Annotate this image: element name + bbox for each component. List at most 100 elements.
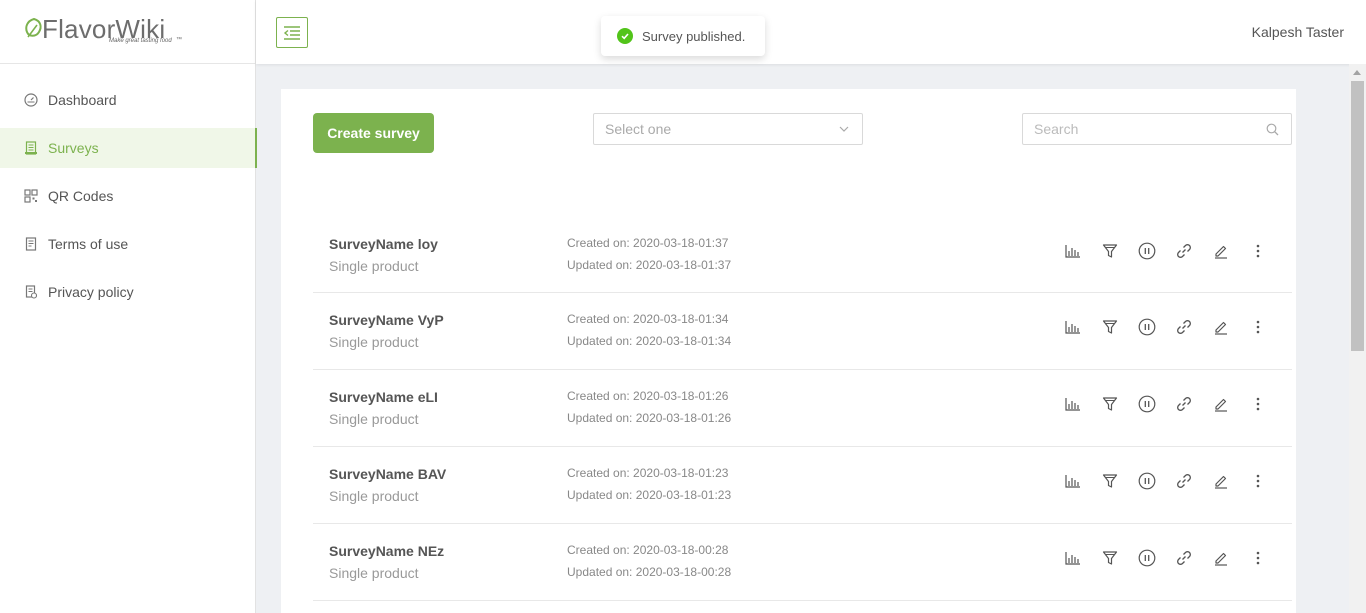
collapse-menu-icon xyxy=(283,25,300,40)
page-scrollbar[interactable] xyxy=(1349,64,1366,613)
create-survey-button[interactable]: Create survey xyxy=(313,113,434,153)
sidebar-item-qr-codes[interactable]: QR Codes xyxy=(0,176,256,216)
brand-trademark: ™ xyxy=(176,37,182,43)
pause-circle-icon[interactable] xyxy=(1137,317,1157,337)
sidebar-item-privacy[interactable]: Privacy policy xyxy=(0,272,256,312)
survey-type: Single product xyxy=(329,488,419,504)
collapse-menu-button[interactable] xyxy=(276,17,308,48)
funnel-filter-icon[interactable] xyxy=(1100,241,1120,261)
funnel-filter-icon[interactable] xyxy=(1100,548,1120,568)
row-actions xyxy=(1063,548,1285,568)
sidebar-item-dashboard[interactable]: Dashboard xyxy=(0,80,256,120)
more-vertical-icon[interactable] xyxy=(1248,241,1268,261)
survey-name[interactable]: SurveyName BAV xyxy=(329,466,446,482)
survey-type: Single product xyxy=(329,411,419,427)
search-box[interactable] xyxy=(1022,113,1292,145)
list-item[interactable]: SurveyName BAV Single product Created on… xyxy=(313,447,1292,524)
survey-updated-date: Updated on: 2020-03-18-01:26 xyxy=(567,411,732,425)
funnel-filter-icon[interactable] xyxy=(1100,471,1120,491)
chevron-down-icon xyxy=(839,126,849,132)
terms-document-icon xyxy=(24,237,38,251)
survey-name[interactable]: SurveyName loy xyxy=(329,236,438,252)
link-icon[interactable] xyxy=(1174,548,1194,568)
row-actions xyxy=(1063,317,1285,337)
survey-type: Single product xyxy=(329,258,419,274)
survey-created-date: Created on: 2020-03-18-01:23 xyxy=(567,466,729,480)
sidebar-item-label: QR Codes xyxy=(48,188,114,204)
edit-pencil-icon[interactable] xyxy=(1211,394,1231,414)
funnel-filter-icon[interactable] xyxy=(1100,317,1120,337)
survey-name[interactable]: SurveyName NEz xyxy=(329,543,444,559)
survey-name[interactable]: SurveyName VyP xyxy=(329,312,444,328)
surveys-panel: Create survey Select one SurveyName loy … xyxy=(281,89,1296,613)
list-item[interactable]: SurveyName VyP Single product Created on… xyxy=(313,293,1292,370)
filter-select[interactable]: Select one xyxy=(593,113,863,145)
leaf-logo-icon xyxy=(25,17,42,38)
user-name[interactable]: Kalpesh Taster xyxy=(1252,24,1344,40)
more-vertical-icon[interactable] xyxy=(1248,394,1268,414)
search-input[interactable] xyxy=(1023,114,1291,144)
stats-chart-icon[interactable] xyxy=(1063,317,1083,337)
sidebar-item-label: Privacy policy xyxy=(48,284,134,300)
edit-pencil-icon[interactable] xyxy=(1211,548,1231,568)
survey-name[interactable]: SurveyName eLI xyxy=(329,389,438,405)
survey-created-date: Created on: 2020-03-18-01:26 xyxy=(567,389,729,403)
link-icon[interactable] xyxy=(1174,471,1194,491)
brand-logo[interactable]: FlavorWiki Make great tasting food ™ xyxy=(0,0,255,64)
survey-updated-date: Updated on: 2020-03-18-01:23 xyxy=(567,488,732,502)
pause-circle-icon[interactable] xyxy=(1137,241,1157,261)
link-icon[interactable] xyxy=(1174,394,1194,414)
list-item[interactable]: SurveyName loy Single product Created on… xyxy=(313,217,1292,293)
success-toast: Survey published. xyxy=(601,16,765,56)
privacy-document-icon xyxy=(24,285,38,299)
sidebar-item-terms[interactable]: Terms of use xyxy=(0,224,256,264)
survey-created-date: Created on: 2020-03-18-00:28 xyxy=(567,543,729,557)
top-bar: Kalpesh Taster xyxy=(256,0,1366,64)
stats-chart-icon[interactable] xyxy=(1063,548,1083,568)
row-actions xyxy=(1063,394,1285,414)
survey-updated-date: Updated on: 2020-03-18-01:34 xyxy=(567,334,732,348)
pause-circle-icon[interactable] xyxy=(1137,471,1157,491)
brand-tagline: Make great tasting food xyxy=(109,38,172,44)
list-item[interactable]: SurveyName eLI Single product Created on… xyxy=(313,370,1292,447)
sidebar-item-surveys[interactable]: Surveys xyxy=(0,128,257,168)
survey-document-icon xyxy=(24,141,38,155)
scroll-thumb[interactable] xyxy=(1351,81,1364,351)
select-placeholder: Select one xyxy=(605,121,672,137)
survey-updated-date: Updated on: 2020-03-18-00:28 xyxy=(567,565,732,579)
edit-pencil-icon[interactable] xyxy=(1211,317,1231,337)
survey-updated-date: Updated on: 2020-03-18-01:37 xyxy=(567,258,732,272)
pause-circle-icon[interactable] xyxy=(1137,394,1157,414)
qr-code-icon xyxy=(24,189,38,203)
row-actions xyxy=(1063,241,1285,261)
survey-list: SurveyName loy Single product Created on… xyxy=(313,217,1292,601)
link-icon[interactable] xyxy=(1174,317,1194,337)
pause-circle-icon[interactable] xyxy=(1137,548,1157,568)
row-actions xyxy=(1063,471,1285,491)
check-circle-icon xyxy=(617,28,633,44)
stats-chart-icon[interactable] xyxy=(1063,471,1083,491)
more-vertical-icon[interactable] xyxy=(1248,471,1268,491)
stats-chart-icon[interactable] xyxy=(1063,394,1083,414)
edit-pencil-icon[interactable] xyxy=(1211,471,1231,491)
edit-pencil-icon[interactable] xyxy=(1211,241,1231,261)
sidebar-item-label: Terms of use xyxy=(48,236,129,252)
search-icon xyxy=(1266,123,1279,136)
dashboard-gauge-icon xyxy=(24,93,38,107)
sidebar-item-label: Surveys xyxy=(48,140,99,156)
stats-chart-icon[interactable] xyxy=(1063,241,1083,261)
list-item[interactable]: SurveyName NEz Single product Created on… xyxy=(313,524,1292,601)
sidebar: FlavorWiki Make great tasting food ™ Das… xyxy=(0,0,257,613)
scroll-up-arrow[interactable] xyxy=(1353,70,1361,75)
survey-type: Single product xyxy=(329,334,419,350)
survey-type: Single product xyxy=(329,565,419,581)
sidebar-nav: Dashboard Surveys QR Codes Terms of use … xyxy=(0,80,257,320)
link-icon[interactable] xyxy=(1174,241,1194,261)
survey-created-date: Created on: 2020-03-18-01:34 xyxy=(567,312,729,326)
more-vertical-icon[interactable] xyxy=(1248,317,1268,337)
survey-created-date: Created on: 2020-03-18-01:37 xyxy=(567,236,729,250)
sidebar-item-label: Dashboard xyxy=(48,92,117,108)
toast-message: Survey published. xyxy=(642,28,746,44)
funnel-filter-icon[interactable] xyxy=(1100,394,1120,414)
more-vertical-icon[interactable] xyxy=(1248,548,1268,568)
